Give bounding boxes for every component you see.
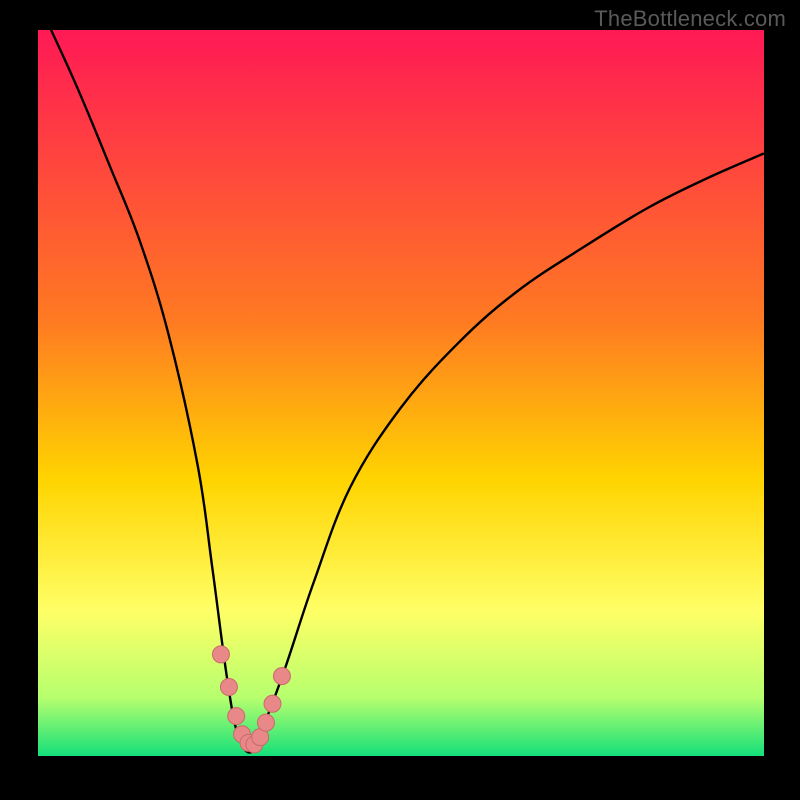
trough-marker xyxy=(273,668,290,685)
trough-marker xyxy=(212,646,229,663)
plot-background xyxy=(38,30,764,756)
watermark-text: TheBottleneck.com xyxy=(594,6,786,32)
trough-marker xyxy=(257,714,274,731)
trough-marker xyxy=(228,708,245,725)
chart-container: TheBottleneck.com xyxy=(0,0,800,800)
bottleneck-chart xyxy=(0,0,800,800)
trough-marker xyxy=(264,695,281,712)
trough-marker xyxy=(220,679,237,696)
